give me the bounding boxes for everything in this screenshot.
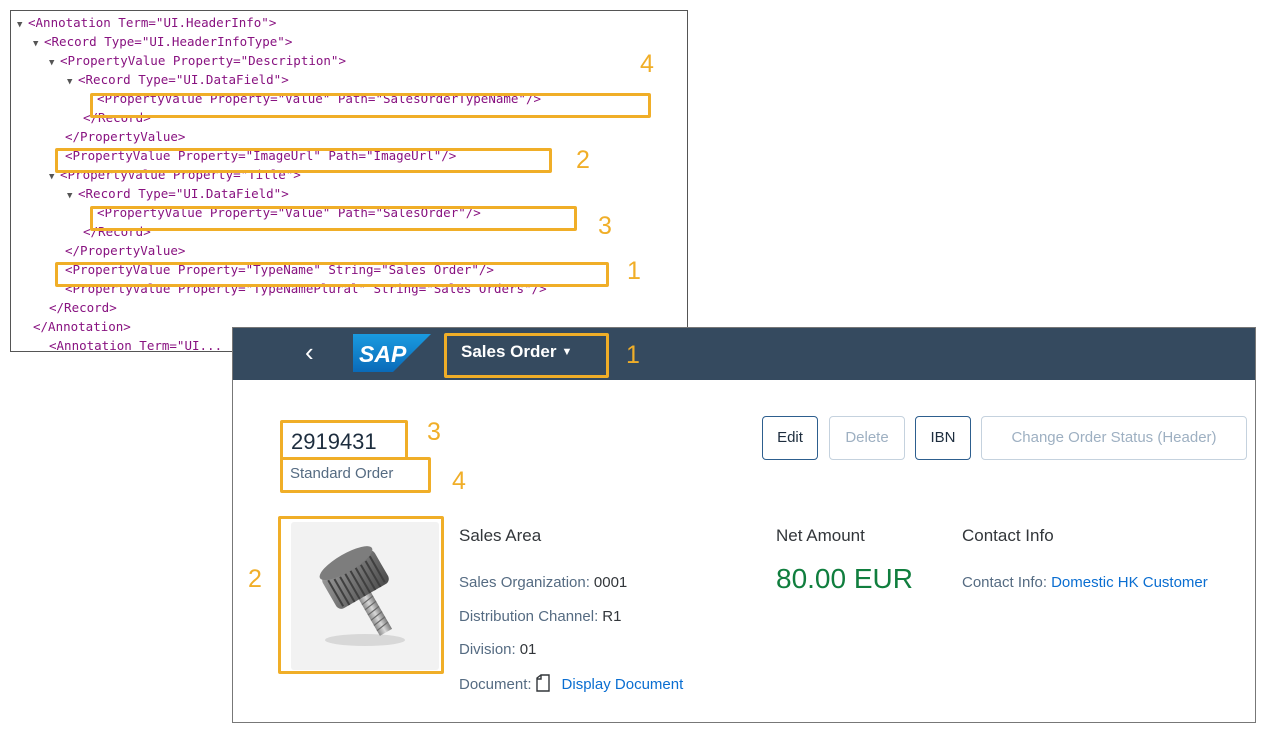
highlight-box-product-image (278, 516, 444, 674)
sales-organization-field: Sales Organization: 0001 (459, 574, 628, 591)
callout-number-product-image: 2 (248, 565, 262, 593)
sales-area-title: Sales Area (459, 526, 542, 545)
delete-button[interactable]: Delete (829, 416, 905, 460)
highlight-box-object-title (280, 420, 408, 460)
xml-line[interactable]: ▼ <PropertyValue Property="Description"> (49, 51, 346, 70)
xml-line: </Record> (49, 300, 117, 315)
expand-triangle-icon[interactable]: ▼ (17, 16, 28, 35)
xml-line[interactable]: ▼ <Annotation Term="UI.HeaderInfo"> (17, 13, 276, 32)
callout-number-type-name: 1 (627, 257, 641, 285)
change-order-status-button[interactable]: Change Order Status (Header) (981, 416, 1247, 460)
xml-line[interactable]: ▼ <Record Type="UI.DataField"> (67, 70, 289, 89)
division-field: Division: 01 (459, 641, 537, 658)
document-field: Document: Display Document (459, 674, 684, 693)
shell-bar: ‹ SAP Sales Order ▼ (233, 328, 1255, 380)
highlight-box-shell-title (444, 333, 609, 378)
callout-number-description: 4 (640, 50, 654, 78)
xml-line[interactable]: ▼ <Record Type="UI.HeaderInfoType"> (33, 32, 292, 51)
callout-number-title: 3 (598, 212, 612, 240)
highlight-box-image-url (55, 148, 552, 173)
expand-triangle-icon[interactable]: ▼ (67, 187, 78, 206)
expand-triangle-icon[interactable]: ▼ (33, 35, 44, 54)
highlight-box-object-description (280, 457, 431, 493)
xml-line: </PropertyValue> (65, 243, 186, 258)
svg-text:SAP: SAP (359, 341, 407, 367)
highlight-box-title-path (90, 206, 577, 231)
highlight-box-description-path (90, 93, 651, 118)
sap-logo[interactable]: SAP (353, 334, 431, 372)
expand-triangle-icon[interactable]: ▼ (49, 54, 60, 73)
back-icon[interactable]: ‹ (305, 337, 314, 367)
edit-button[interactable]: Edit (762, 416, 818, 460)
callout-number-object-title: 3 (427, 418, 441, 446)
highlight-box-type-name (55, 262, 609, 287)
distribution-channel-field: Distribution Channel: R1 (459, 608, 622, 625)
callout-number-object-description: 4 (452, 467, 466, 495)
xml-line: </Annotation> (33, 319, 131, 334)
ibn-button[interactable]: IBN (915, 416, 971, 460)
net-amount-value: 80.00 EUR (776, 563, 913, 594)
xml-annotation-panel: ▼ <Annotation Term="UI.HeaderInfo"> ▼ <Rec… (10, 10, 688, 352)
contact-info-link[interactable]: Domestic HK Customer (1051, 574, 1208, 591)
contact-info-title: Contact Info (962, 526, 1054, 545)
contact-info-field: Contact Info: Domestic HK Customer (962, 574, 1208, 591)
xml-line[interactable]: ▼ <Record Type="UI.DataField"> (67, 184, 289, 203)
display-document-link[interactable]: Display Document (562, 676, 684, 693)
xml-line: </PropertyValue> (65, 129, 186, 144)
net-amount-title: Net Amount (776, 526, 865, 545)
callout-number-image-url: 2 (576, 146, 590, 174)
callout-number-shell-title: 1 (626, 341, 640, 369)
xml-line: <Annotation Term="UI... (49, 338, 223, 352)
expand-triangle-icon[interactable]: ▼ (67, 73, 78, 92)
document-icon (535, 674, 550, 692)
